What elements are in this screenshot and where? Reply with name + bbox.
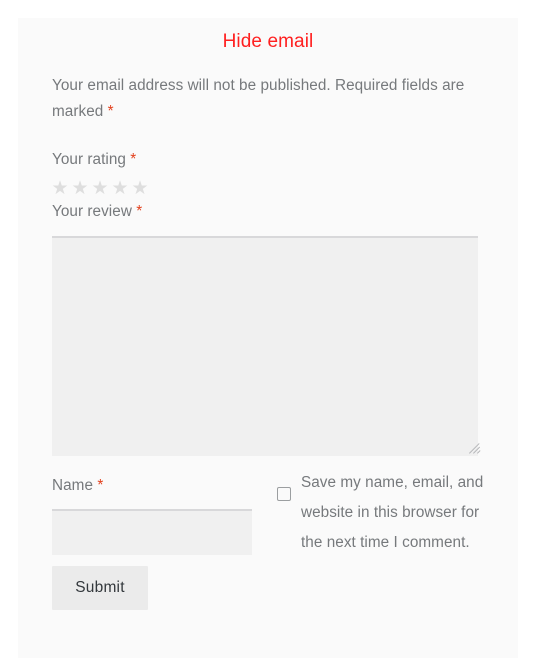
- name-required-asterisk: *: [97, 477, 104, 494]
- star-icon-3[interactable]: ★: [91, 179, 109, 198]
- review-required-asterisk: *: [136, 203, 143, 220]
- star-rating[interactable]: ★ ★ ★ ★ ★: [51, 179, 149, 198]
- review-label: Your review *: [52, 202, 142, 222]
- page-title: Hide email: [222, 31, 314, 52]
- review-label-text: Your review: [52, 203, 137, 220]
- rating-label: Your rating *: [52, 150, 136, 170]
- privacy-notice-text: Your email address will not be published…: [52, 77, 465, 120]
- star-icon-4[interactable]: ★: [111, 179, 129, 198]
- review-textarea[interactable]: [52, 236, 478, 456]
- name-label-text: Name: [52, 477, 98, 494]
- consent-row: Save my name, email, and website in this…: [277, 468, 493, 558]
- star-icon-5[interactable]: ★: [131, 179, 149, 198]
- star-icon-2[interactable]: ★: [71, 179, 89, 198]
- required-asterisk: *: [107, 103, 114, 120]
- save-info-checkbox[interactable]: [277, 487, 291, 501]
- submit-button[interactable]: Submit: [52, 566, 148, 610]
- name-label: Name *: [52, 476, 103, 496]
- save-info-label[interactable]: Save my name, email, and website in this…: [277, 468, 493, 558]
- name-input[interactable]: [52, 509, 252, 555]
- rating-label-text: Your rating: [52, 151, 131, 168]
- rating-required-asterisk: *: [130, 151, 137, 168]
- privacy-notice: Your email address will not be published…: [18, 55, 518, 125]
- star-icon-1[interactable]: ★: [51, 179, 69, 198]
- review-form-card: Hide email Your email address will not b…: [18, 18, 518, 658]
